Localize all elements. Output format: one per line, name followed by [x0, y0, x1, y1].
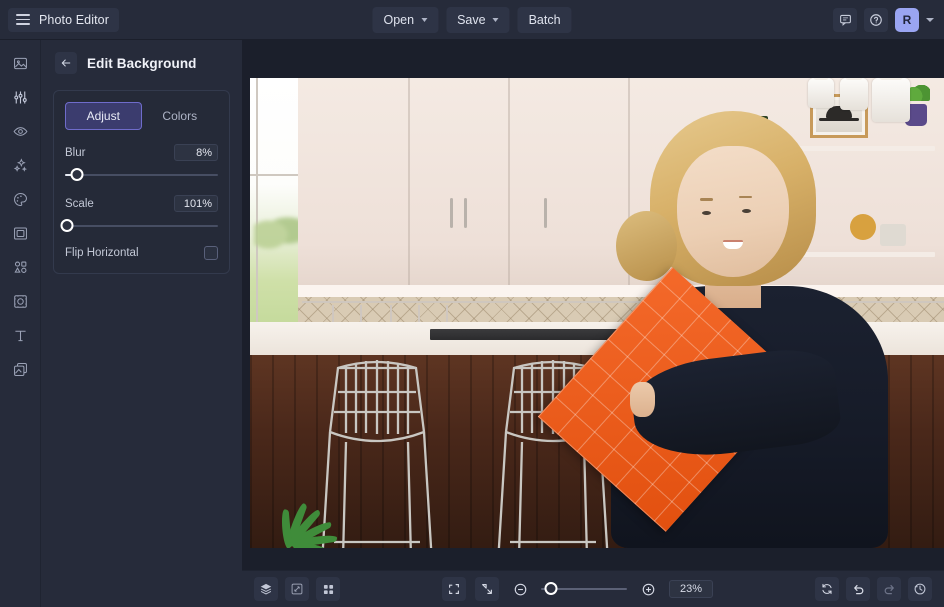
app-window: Photo Editor Open Save Batch	[0, 0, 944, 607]
sidebar-item-layers[interactable]	[6, 356, 34, 382]
scale-value[interactable]: 101%	[174, 195, 218, 212]
open-button[interactable]: Open	[372, 7, 438, 33]
fit-screen-icon[interactable]	[442, 577, 466, 601]
app-body: Edit Background Adjust Colors Blur 8%	[0, 40, 944, 607]
avatar[interactable]: R	[895, 8, 919, 32]
sidebar-item-color[interactable]	[6, 186, 34, 212]
blur-slider-track	[65, 174, 218, 176]
photo-image[interactable]	[250, 78, 944, 548]
canvas-stage[interactable]	[242, 40, 944, 570]
top-bar-center: Open Save Batch	[372, 7, 571, 33]
canvas-area: 23%	[242, 40, 944, 607]
subject-face	[677, 146, 788, 277]
top-bar-left: Photo Editor	[0, 8, 119, 32]
tool-rail	[0, 40, 40, 607]
edit-background-panel: Edit Background Adjust Colors Blur 8%	[40, 40, 242, 607]
control-flip-horizontal[interactable]: Flip Horizontal	[65, 246, 218, 260]
zoom-level-value[interactable]: 23%	[669, 580, 713, 598]
redo-icon[interactable]	[877, 577, 901, 601]
grid-icon[interactable]	[316, 577, 340, 601]
scene-background	[250, 78, 944, 548]
sidebar-item-adjust[interactable]	[6, 84, 34, 110]
sidebar-item-effects[interactable]	[6, 152, 34, 178]
undo-icon[interactable]	[846, 577, 870, 601]
chevron-down-icon[interactable]	[926, 18, 934, 22]
batch-button[interactable]: Batch	[518, 7, 572, 33]
save-button[interactable]: Save	[446, 7, 510, 33]
arrow-left-icon[interactable]	[55, 52, 77, 74]
layers-icon[interactable]	[254, 577, 278, 601]
sidebar-item-shapes[interactable]	[6, 254, 34, 280]
plus-circle-icon[interactable]	[636, 577, 660, 601]
blur-slider-thumb[interactable]	[71, 168, 84, 181]
tab-adjust[interactable]: Adjust	[65, 102, 142, 130]
panel-header: Edit Background	[53, 52, 230, 74]
top-bar-right: R	[833, 8, 944, 32]
chevron-down-icon	[421, 18, 427, 22]
zoom-slider[interactable]	[541, 582, 627, 596]
control-blur: Blur 8%	[65, 144, 218, 182]
fit-contain-icon[interactable]	[475, 577, 499, 601]
scale-label: Scale	[65, 198, 94, 210]
bottom-toolbar: 23%	[242, 570, 944, 607]
subject-hand	[630, 382, 655, 417]
zoom-controls: 23%	[442, 577, 713, 601]
bottom-right-tools	[815, 577, 932, 601]
window-trees	[254, 210, 302, 251]
help-circle-icon[interactable]	[864, 8, 888, 32]
chat-icon[interactable]	[833, 8, 857, 32]
top-bar: Photo Editor Open Save Batch	[0, 0, 944, 40]
bottom-left-tools	[254, 577, 340, 601]
reset-icon[interactable]	[815, 577, 839, 601]
blur-value[interactable]: 8%	[174, 144, 218, 161]
scale-slider[interactable]	[65, 219, 218, 233]
blur-label: Blur	[65, 147, 85, 159]
flip-horizontal-checkbox[interactable]	[204, 246, 218, 260]
app-title: Photo Editor	[39, 13, 109, 27]
open-label: Open	[383, 13, 414, 27]
tab-colors[interactable]: Colors	[142, 102, 219, 130]
panel-card: Adjust Colors Blur 8%	[53, 90, 230, 274]
compare-icon[interactable]	[285, 577, 309, 601]
chevron-down-icon	[493, 18, 499, 22]
batch-label: Batch	[529, 13, 561, 27]
blur-slider[interactable]	[65, 168, 218, 182]
sidebar-item-retouch[interactable]	[6, 118, 34, 144]
history-icon[interactable]	[908, 577, 932, 601]
sidebar-item-crop[interactable]	[6, 288, 34, 314]
sidebar-item-text[interactable]	[6, 322, 34, 348]
window	[250, 78, 302, 332]
subject-person	[611, 111, 889, 548]
minus-circle-icon[interactable]	[508, 577, 532, 601]
sidebar-item-image[interactable]	[6, 50, 34, 76]
scale-slider-track	[65, 225, 218, 227]
house-plant	[252, 388, 342, 548]
scale-slider-thumb[interactable]	[60, 219, 73, 232]
flip-horizontal-label: Flip Horizontal	[65, 247, 139, 259]
app-menu-button[interactable]: Photo Editor	[8, 8, 119, 32]
hamburger-icon	[16, 14, 30, 25]
panel-tabs: Adjust Colors	[65, 102, 218, 130]
save-label: Save	[457, 13, 486, 27]
sidebar-item-background[interactable]	[6, 220, 34, 246]
control-scale: Scale 101%	[65, 195, 218, 233]
page-title: Edit Background	[87, 56, 197, 71]
zoom-slider-thumb[interactable]	[545, 582, 558, 595]
